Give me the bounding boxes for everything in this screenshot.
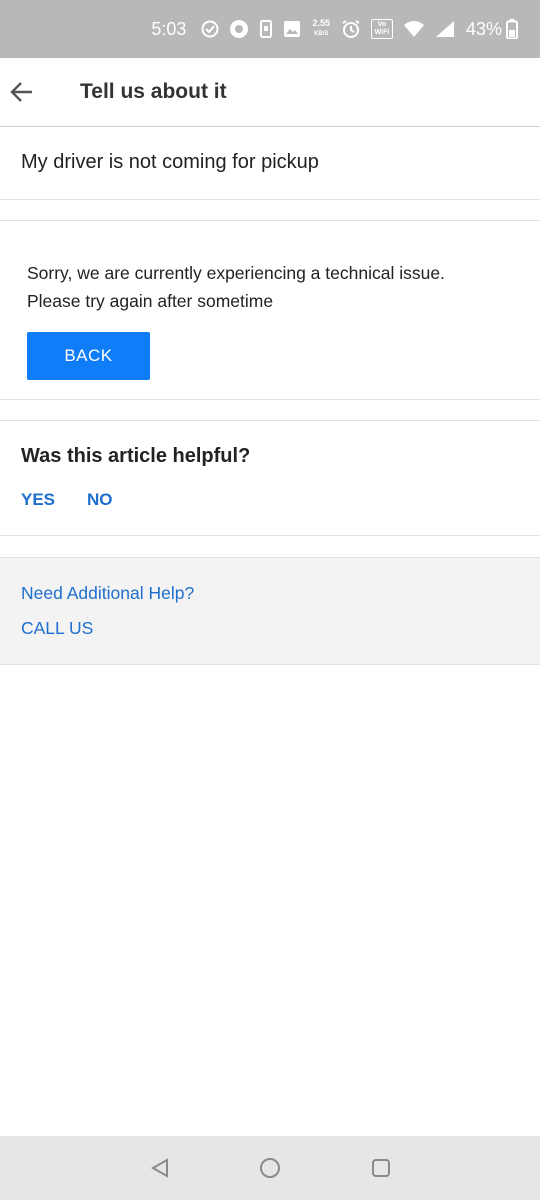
sim-card-icon: [259, 20, 273, 38]
system-nav-bar: [0, 1136, 540, 1200]
feedback-yes-button[interactable]: YES: [21, 490, 55, 510]
network-speed-value: 2.55: [312, 18, 330, 28]
back-arrow-icon[interactable]: [6, 76, 38, 108]
cell-signal-icon: [435, 20, 455, 38]
status-time: 5:03: [151, 18, 187, 39]
error-message-line-2: Please try again after sometime: [27, 291, 274, 311]
check-circle-icon: [201, 20, 219, 38]
error-message-card: Sorry, we are currently experiencing a t…: [0, 221, 540, 400]
nav-home-icon[interactable]: [258, 1156, 282, 1180]
wifi-icon: [403, 20, 425, 38]
need-help-link[interactable]: Need Additional Help?: [21, 583, 194, 604]
volte-wifi-label: Vo WiFi: [370, 19, 393, 39]
issue-title: My driver is not coming for pickup: [21, 151, 319, 173]
record-icon: [229, 19, 249, 39]
error-message: Sorry, we are currently experiencing a t…: [27, 259, 507, 315]
battery-icon: [506, 19, 518, 39]
volte-wifi-icon: Vo WiFi: [370, 19, 393, 39]
additional-help-section: Need Additional Help? CALL US: [0, 557, 540, 665]
alarm-icon: [341, 19, 361, 39]
feedback-question: Was this article helpful?: [21, 445, 251, 467]
issue-section: My driver is not coming for pickup: [0, 127, 540, 200]
app-bar: Tell us about it: [0, 58, 540, 127]
nav-back-icon[interactable]: [148, 1156, 172, 1180]
feedback-no-button[interactable]: NO: [87, 490, 113, 510]
status-bar: 5:03 2.55 KB/S Vo WiFi 43%: [0, 0, 540, 58]
back-button[interactable]: BACK: [27, 332, 150, 380]
error-message-line-1: Sorry, we are currently experiencing a t…: [27, 263, 445, 283]
image-icon: [283, 20, 301, 38]
nav-recents-icon[interactable]: [369, 1156, 393, 1180]
call-us-link[interactable]: CALL US: [21, 618, 93, 639]
page-title: Tell us about it: [80, 80, 227, 103]
network-speed-unit: KB/S: [314, 31, 329, 37]
feedback-section: Was this article helpful? YES NO: [0, 421, 540, 536]
battery-percent: 43%: [465, 18, 502, 39]
network-speed: 2.55 KB/S: [312, 19, 330, 39]
